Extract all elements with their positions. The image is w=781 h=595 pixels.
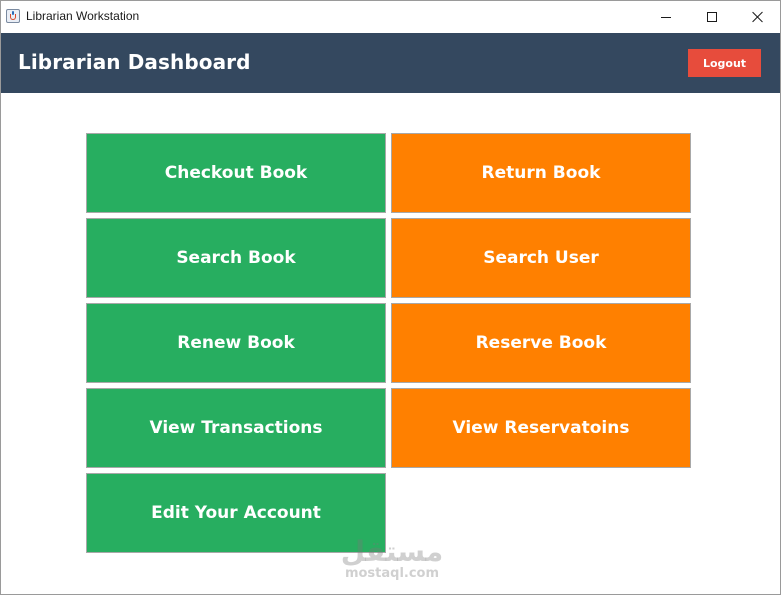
search-user-button[interactable]: Search User: [391, 218, 691, 298]
search-book-button[interactable]: Search Book: [86, 218, 386, 298]
title-bar[interactable]: Librarian Workstation: [1, 1, 780, 33]
return-book-button[interactable]: Return Book: [391, 133, 691, 213]
logout-button[interactable]: Logout: [688, 49, 761, 77]
watermark-arabic: مستقل: [340, 535, 444, 568]
watermark-latin: mostaql.com: [344, 566, 440, 581]
action-grid: Checkout Book Return Book Search Book Se…: [86, 133, 691, 553]
close-button[interactable]: [735, 1, 780, 33]
maximize-button[interactable]: [689, 1, 735, 33]
view-reservations-button[interactable]: View Reservatoins: [391, 388, 691, 468]
minimize-button[interactable]: [643, 1, 689, 33]
maximize-icon: [707, 12, 717, 22]
reserve-book-button[interactable]: Reserve Book: [391, 303, 691, 383]
java-app-icon: [6, 9, 20, 23]
dashboard-header: Librarian Dashboard Logout: [1, 33, 780, 93]
window-title: Librarian Workstation: [26, 9, 140, 23]
page-title: Librarian Dashboard: [18, 50, 251, 74]
checkout-book-button[interactable]: Checkout Book: [86, 133, 386, 213]
app-window: Librarian Workstation Librarian Dashboar…: [0, 0, 781, 595]
close-icon: [752, 11, 764, 23]
view-transactions-button[interactable]: View Transactions: [86, 388, 386, 468]
renew-book-button[interactable]: Renew Book: [86, 303, 386, 383]
watermark: مستقل mostaql.com: [340, 537, 444, 587]
minimize-icon: [661, 16, 671, 18]
